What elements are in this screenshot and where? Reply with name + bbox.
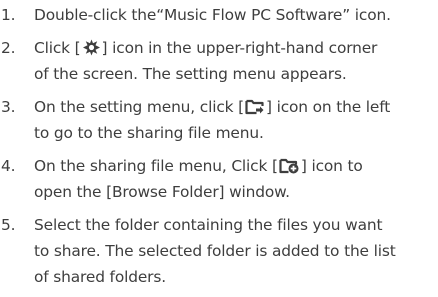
step-2: 2. Click [ ] icon in the upper-right-han… (0, 35, 438, 88)
step-text-fragment: On the setting menu, click [ (34, 97, 244, 116)
step-number: 1. (1, 6, 16, 24)
settings-gear-icon (82, 39, 101, 56)
step-text-fragment: ] icon on the left (266, 97, 391, 116)
step-line: Click [ ] icon in the upper-right-hand c… (34, 35, 438, 61)
step-number: 5. (1, 215, 16, 234)
step-text: Double-click the“Music Flow PC Software”… (34, 2, 438, 28)
step-number: 3. (1, 97, 16, 116)
add-folder-icon (279, 157, 300, 174)
step-line: Select the folder containing the files y… (34, 215, 383, 234)
step-line: to share. The selected folder is added t… (34, 241, 396, 260)
step-line: Double-click the“Music Flow PC Software”… (34, 6, 391, 24)
step-text: On the setting menu, click [ ] icon on t… (34, 94, 438, 147)
instruction-list: 1. Double-click the“Music Flow PC Softwa… (0, 2, 438, 297)
step-text-fragment: ] icon to (300, 156, 363, 175)
step-3: 3. On the setting menu, click [ ] icon o… (0, 94, 438, 147)
step-text: Click [ ] icon in the upper-right-hand c… (34, 35, 438, 88)
step-text: On the sharing file menu, Click [ ] icon… (34, 153, 438, 206)
step-line: open the [Browse Folder] window. (34, 182, 290, 201)
step-1: 1. Double-click the“Music Flow PC Softwa… (0, 2, 438, 28)
step-text-fragment: ] icon in the upper-right-hand corner (101, 38, 378, 57)
step-5: 5. Select the folder containing the file… (0, 212, 438, 291)
sharing-folder-icon (245, 98, 265, 115)
step-4: 4. On the sharing file menu, Click [ ] i… (0, 153, 438, 206)
step-line: On the setting menu, click [ ] icon on t… (34, 94, 438, 120)
step-text-fragment: Click [ (34, 38, 81, 57)
step-text-fragment: On the sharing file menu, Click [ (34, 156, 278, 175)
step-number: 4. (1, 156, 16, 175)
step-line: On the sharing file menu, Click [ ] icon… (34, 153, 438, 179)
step-line: of shared folders. (34, 268, 166, 287)
step-line: to go to the sharing file menu. (34, 123, 264, 142)
step-line: of the screen. The setting menu appears. (34, 64, 347, 83)
step-text: Select the folder containing the files y… (34, 212, 438, 291)
step-number: 2. (1, 38, 16, 57)
